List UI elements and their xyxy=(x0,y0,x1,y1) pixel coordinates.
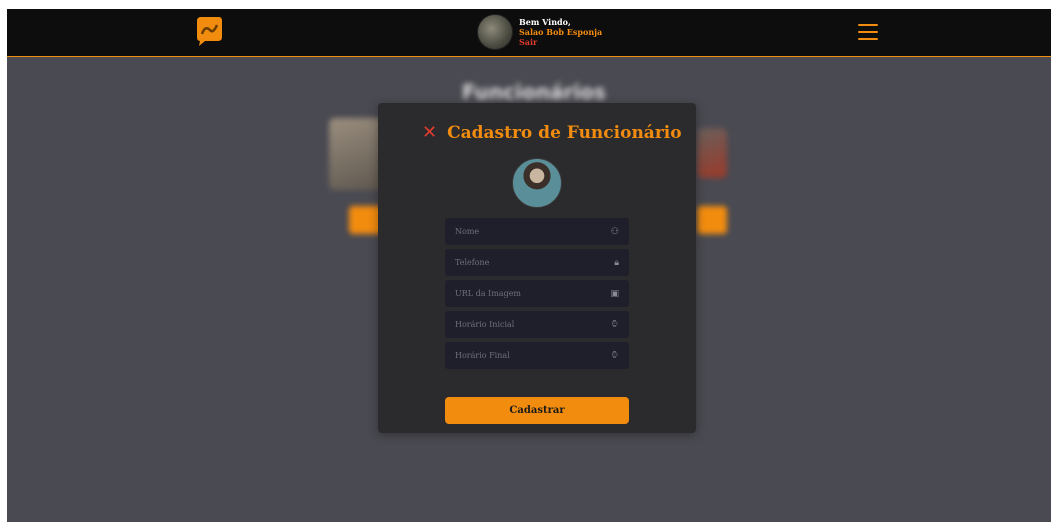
user-avatar[interactable] xyxy=(477,14,513,50)
app-window: Bem Vindo, Salao Bob Esponja Sair Funcio… xyxy=(7,9,1051,522)
lock-icon: 🔒︎ xyxy=(614,257,619,268)
image-url-input[interactable] xyxy=(455,289,605,298)
app-logo[interactable] xyxy=(193,15,223,47)
employee-card-image xyxy=(697,128,727,178)
salon-name: Salao Bob Esponja xyxy=(519,27,603,37)
phone-input[interactable] xyxy=(455,258,605,267)
image-url-field[interactable]: ▣ xyxy=(445,280,629,307)
greeting-text: Bem Vindo, xyxy=(519,17,571,27)
employee-avatar xyxy=(512,158,562,208)
modal-header: ✕ Cadastro de Funcionário xyxy=(422,123,682,143)
phone-field[interactable]: 🔒︎ xyxy=(445,249,629,276)
page-title: Funcionários xyxy=(462,80,606,104)
top-navbar: Bem Vindo, Salao Bob Esponja Sair xyxy=(7,9,1051,57)
user-icon: ⚇ xyxy=(610,226,619,237)
logout-link[interactable]: Sair xyxy=(519,37,602,47)
name-input[interactable] xyxy=(455,227,605,236)
end-time-field[interactable]: ⌚︎ xyxy=(445,342,629,369)
name-field[interactable]: ⚇ xyxy=(445,218,629,245)
submit-button[interactable]: Cadastrar xyxy=(445,397,629,424)
user-info: Bem Vindo, Salao Bob Esponja Sair xyxy=(477,12,602,52)
register-employee-modal: ✕ Cadastro de Funcionário ⚇ 🔒︎ ▣ ⌚︎ xyxy=(378,103,696,433)
employee-card-button xyxy=(697,206,727,234)
form-fields: ⚇ 🔒︎ ▣ ⌚︎ ⌚︎ xyxy=(445,218,629,373)
watch-icon: ⌚︎ xyxy=(609,351,619,361)
start-time-field[interactable]: ⌚︎ xyxy=(445,311,629,338)
modal-title: Cadastro de Funcionário xyxy=(447,123,682,143)
image-icon: ▣ xyxy=(610,288,619,299)
close-icon[interactable]: ✕ xyxy=(422,124,437,142)
end-time-input[interactable] xyxy=(455,351,605,360)
start-time-input[interactable] xyxy=(455,320,605,329)
hamburger-menu-icon[interactable] xyxy=(858,24,878,40)
watch-icon: ⌚︎ xyxy=(609,320,619,330)
